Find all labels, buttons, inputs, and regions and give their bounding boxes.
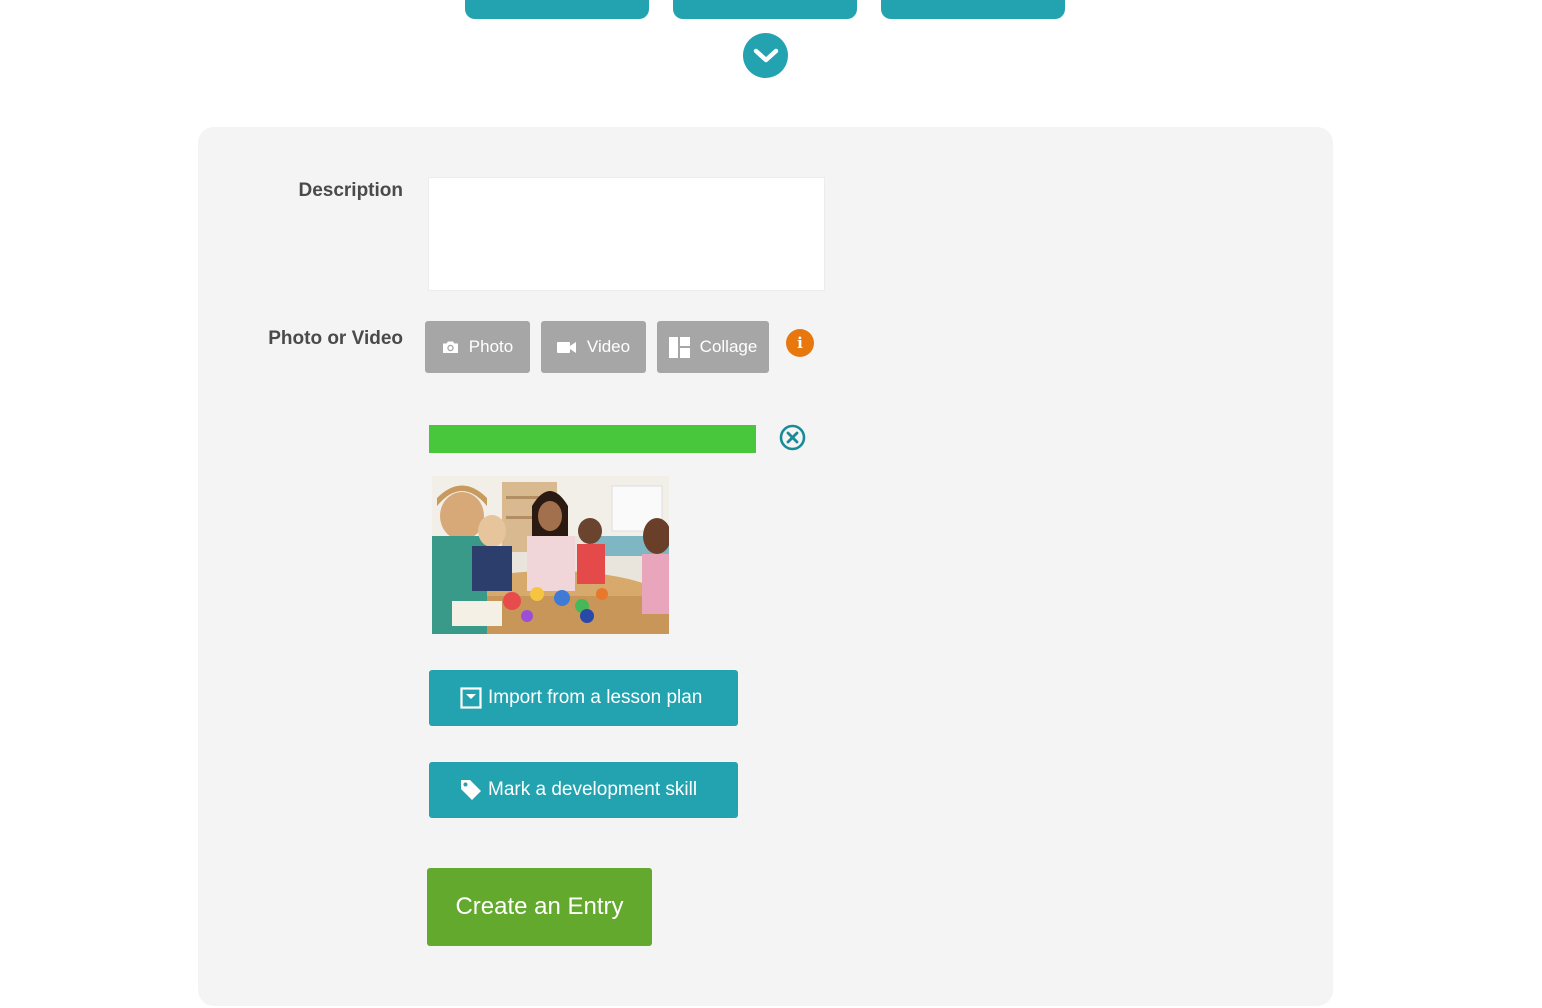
top-tab-3[interactable] — [881, 0, 1065, 19]
import-lesson-plan-label: Import from a lesson plan — [488, 687, 703, 708]
info-icon[interactable]: i — [786, 329, 814, 357]
collage-button-label: Collage — [699, 337, 758, 356]
photo-or-video-label: Photo or Video — [268, 328, 403, 349]
photo-button-label: Photo — [468, 337, 514, 356]
mark-development-skill-label: Mark a development skill — [488, 779, 698, 800]
create-entry-label: Create an Entry — [455, 893, 624, 920]
photo-button[interactable]: Photo — [425, 321, 530, 373]
description-label: Description — [298, 180, 403, 201]
upload-progress-bar — [429, 425, 756, 453]
expand-toggle-button[interactable] — [743, 33, 788, 78]
create-entry-button[interactable]: Create an Entry — [427, 868, 652, 946]
tag-icon — [461, 780, 481, 800]
camera-icon — [442, 341, 458, 353]
info-icon-glyph: i — [797, 334, 803, 352]
video-camera-icon — [556, 341, 576, 353]
mark-development-skill-button[interactable]: Mark a development skill — [429, 762, 738, 818]
video-button[interactable]: Video — [541, 321, 646, 373]
description-input[interactable] — [428, 177, 825, 291]
upload-progress-fill — [429, 425, 756, 453]
import-lesson-plan-button[interactable]: Import from a lesson plan — [429, 670, 738, 726]
top-tab-1[interactable] — [465, 0, 649, 19]
video-button-label: Video — [586, 337, 631, 356]
close-circle-icon[interactable] — [779, 424, 806, 451]
collage-icon — [668, 336, 690, 358]
chevron-down-icon — [753, 48, 778, 62]
import-box-icon — [460, 687, 482, 709]
uploaded-photo-thumbnail — [432, 476, 669, 634]
entry-form-panel: Description Photo or Video Photo Video C… — [198, 127, 1333, 1006]
top-tab-2[interactable] — [673, 0, 857, 19]
collage-button[interactable]: Collage — [657, 321, 769, 373]
